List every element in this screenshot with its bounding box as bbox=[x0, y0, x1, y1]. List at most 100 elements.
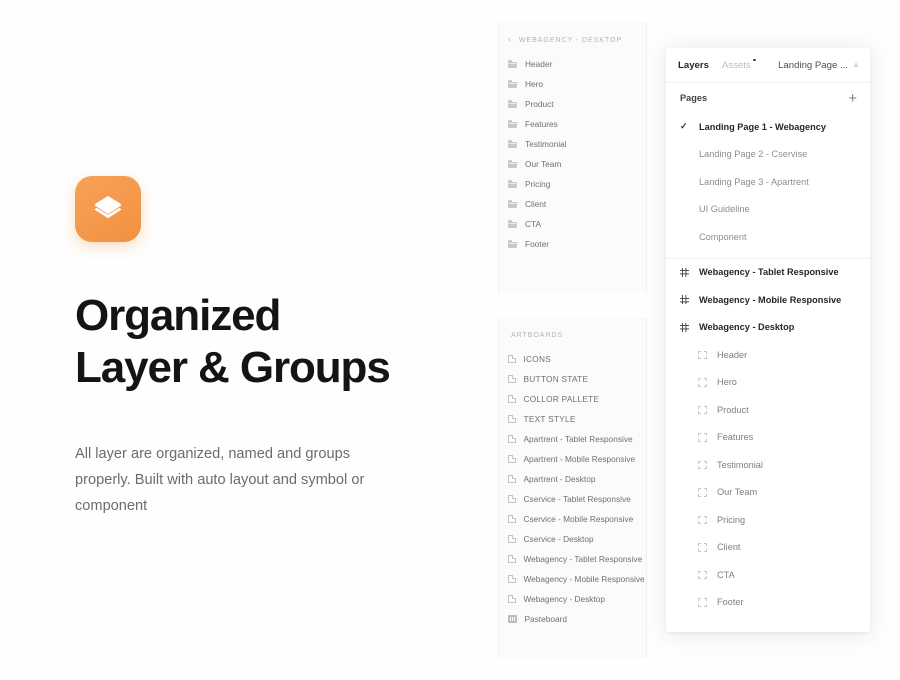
layer-folder-label: Product bbox=[525, 98, 554, 109]
layer-folder-row[interactable]: Client bbox=[499, 194, 646, 214]
artboard-row[interactable]: Cservice - Mobile Responsive bbox=[499, 509, 646, 529]
artboard-row[interactable]: Webagency - Mobile Responsive bbox=[499, 569, 646, 589]
inspector-group-label: Pricing bbox=[717, 514, 746, 525]
folder-icon bbox=[508, 60, 517, 68]
artboard-label: Pasteboard bbox=[524, 613, 567, 624]
artboard-label: Webagency - Mobile Responsive bbox=[523, 573, 645, 584]
inspector-artboard-row[interactable]: Webagency - Mobile Responsive bbox=[666, 286, 870, 314]
layer-folder-row[interactable]: Features bbox=[499, 114, 646, 134]
folder-icon bbox=[508, 240, 517, 248]
layer-folder-row[interactable]: Hero bbox=[499, 74, 646, 94]
page-title-line-2: Layer & Groups bbox=[75, 342, 391, 392]
group-icon bbox=[698, 543, 717, 552]
inspector-group-row[interactable]: Client bbox=[666, 534, 870, 562]
folder-icon bbox=[508, 80, 517, 88]
inspector-group-row[interactable]: Pricing bbox=[666, 506, 870, 534]
page-description: All layer are organized, named and group… bbox=[75, 445, 365, 514]
artboard-icon bbox=[508, 434, 516, 444]
plus-icon[interactable]: + bbox=[848, 91, 857, 106]
artboard-row[interactable]: Webagency - Desktop bbox=[499, 589, 646, 609]
artboard-row[interactable]: BUTTON STATE bbox=[499, 369, 646, 389]
inspector-group-row[interactable]: Footer bbox=[666, 589, 870, 617]
inspector-artboard-label: Webagency - Mobile Responsive bbox=[699, 294, 842, 305]
artboard-row[interactable]: ICONS bbox=[499, 349, 646, 369]
chevron-up-icon[interactable]: ▵ bbox=[854, 60, 858, 69]
inspector-group-row[interactable]: Testimonial bbox=[666, 451, 870, 479]
layer-folder-row[interactable]: Footer bbox=[499, 234, 646, 254]
layer-folder-row[interactable]: Header bbox=[499, 54, 646, 74]
inspector-group-label: Footer bbox=[717, 597, 744, 608]
artboards-list: ICONS BUTTON STATE COLLOR PALLETE TEXT STYL… bbox=[499, 349, 646, 629]
layer-folders-panel-header[interactable]: ‹ WEBAGENCY - DESKTOP bbox=[499, 22, 646, 54]
hash-artboard-icon bbox=[680, 322, 699, 332]
page-label: UI Guideline bbox=[699, 204, 750, 215]
artboards-panel-header: ARTBOARDS bbox=[499, 318, 646, 349]
artboard-icon bbox=[508, 534, 516, 544]
inspector-artboard-row[interactable]: Webagency - Tablet Responsive bbox=[666, 259, 870, 287]
artboard-label: ICONS bbox=[523, 353, 552, 364]
layer-folder-label: CTA bbox=[525, 218, 541, 229]
page-row[interactable]: Landing Page 3 - Apartrent bbox=[666, 168, 870, 196]
page-label: Landing Page 2 - Cservise bbox=[699, 149, 808, 160]
chevron-left-icon[interactable]: ‹ bbox=[508, 35, 512, 44]
screenshot-root: Organized Layer & Groups All layer are o… bbox=[0, 0, 900, 680]
page-title-line-1: Organized bbox=[75, 291, 281, 340]
page-row[interactable]: Landing Page 2 - Cservise bbox=[666, 141, 870, 169]
page-row[interactable]: ✓ Landing Page 1 - Webagency bbox=[666, 113, 870, 141]
inspector-layers-list: Webagency - Tablet Responsive Webagency -… bbox=[666, 259, 870, 617]
layer-folder-row[interactable]: Pricing bbox=[499, 174, 646, 194]
folder-icon bbox=[508, 100, 517, 108]
inspector-group-row[interactable]: Product bbox=[666, 396, 870, 424]
inspector-group-row[interactable]: Features bbox=[666, 424, 870, 452]
tab-assets[interactable]: Assets bbox=[722, 58, 756, 71]
artboard-row[interactable]: Pasteboard bbox=[499, 609, 646, 629]
artboard-icon bbox=[508, 474, 516, 484]
layers-stack-icon bbox=[92, 194, 124, 224]
inspector-group-label: Client bbox=[717, 542, 741, 553]
layer-folder-label: Hero bbox=[525, 78, 543, 89]
layer-folder-row[interactable]: CTA bbox=[499, 214, 646, 234]
group-icon bbox=[698, 570, 717, 579]
layer-folder-row[interactable]: Product bbox=[499, 94, 646, 114]
hash-artboard-icon bbox=[680, 267, 699, 277]
page-label: Component bbox=[699, 231, 747, 242]
artboard-row[interactable]: Apartrent - Tablet Responsive bbox=[499, 429, 646, 449]
document-selector[interactable]: Landing Page ... ▵ bbox=[778, 60, 858, 71]
group-icon bbox=[698, 515, 717, 524]
group-icon bbox=[698, 488, 717, 497]
page-title: Organized Layer & Groups bbox=[75, 290, 455, 394]
layer-folders-panel: ‹ WEBAGENCY - DESKTOP Header Hero Product F… bbox=[498, 22, 647, 293]
artboard-row[interactable]: Webagency - Tablet Responsive bbox=[499, 549, 646, 569]
inspector-artboard-row[interactable]: Webagency - Desktop bbox=[666, 314, 870, 342]
artboard-label: Cservice - Mobile Responsive bbox=[523, 513, 634, 524]
inspector-group-row[interactable]: Our Team bbox=[666, 479, 870, 507]
group-icon bbox=[698, 460, 717, 469]
inspector-group-row[interactable]: Header bbox=[666, 341, 870, 369]
pages-section-header: Pages + bbox=[666, 83, 870, 113]
artboard-row[interactable]: TEXT STYLE bbox=[499, 409, 646, 429]
artboard-label: Apartrent - Desktop bbox=[523, 473, 596, 484]
inspector-group-row[interactable]: Hero bbox=[666, 369, 870, 397]
page-row[interactable]: Component bbox=[666, 223, 870, 251]
artboard-row[interactable]: Cservice - Desktop bbox=[499, 529, 646, 549]
folder-icon bbox=[508, 160, 517, 168]
inspector-group-row[interactable]: CTA bbox=[666, 561, 870, 589]
inspector-group-label: Testimonial bbox=[717, 459, 763, 470]
layer-folder-label: Header bbox=[525, 58, 553, 69]
layer-folder-row[interactable]: Our Team bbox=[499, 154, 646, 174]
layer-folder-row[interactable]: Testimonial bbox=[499, 134, 646, 154]
page-row[interactable]: UI Guideline bbox=[666, 196, 870, 224]
artboard-row[interactable]: Apartrent - Mobile Responsive bbox=[499, 449, 646, 469]
artboard-row[interactable]: Apartrent - Desktop bbox=[499, 469, 646, 489]
artboard-icon bbox=[508, 494, 516, 504]
artboard-icon bbox=[508, 454, 516, 464]
artboard-row[interactable]: Cservice - Tablet Responsive bbox=[499, 489, 646, 509]
hash-artboard-icon bbox=[680, 295, 699, 305]
artboard-label: Apartrent - Tablet Responsive bbox=[523, 433, 633, 444]
group-icon bbox=[698, 598, 717, 607]
inspector-group-label: Features bbox=[717, 432, 754, 443]
tab-layers[interactable]: Layers bbox=[678, 60, 709, 71]
artboard-icon bbox=[508, 354, 516, 364]
layer-folders-panel-title: WEBAGENCY - DESKTOP bbox=[518, 35, 623, 44]
artboard-row[interactable]: COLLOR PALLETE bbox=[499, 389, 646, 409]
